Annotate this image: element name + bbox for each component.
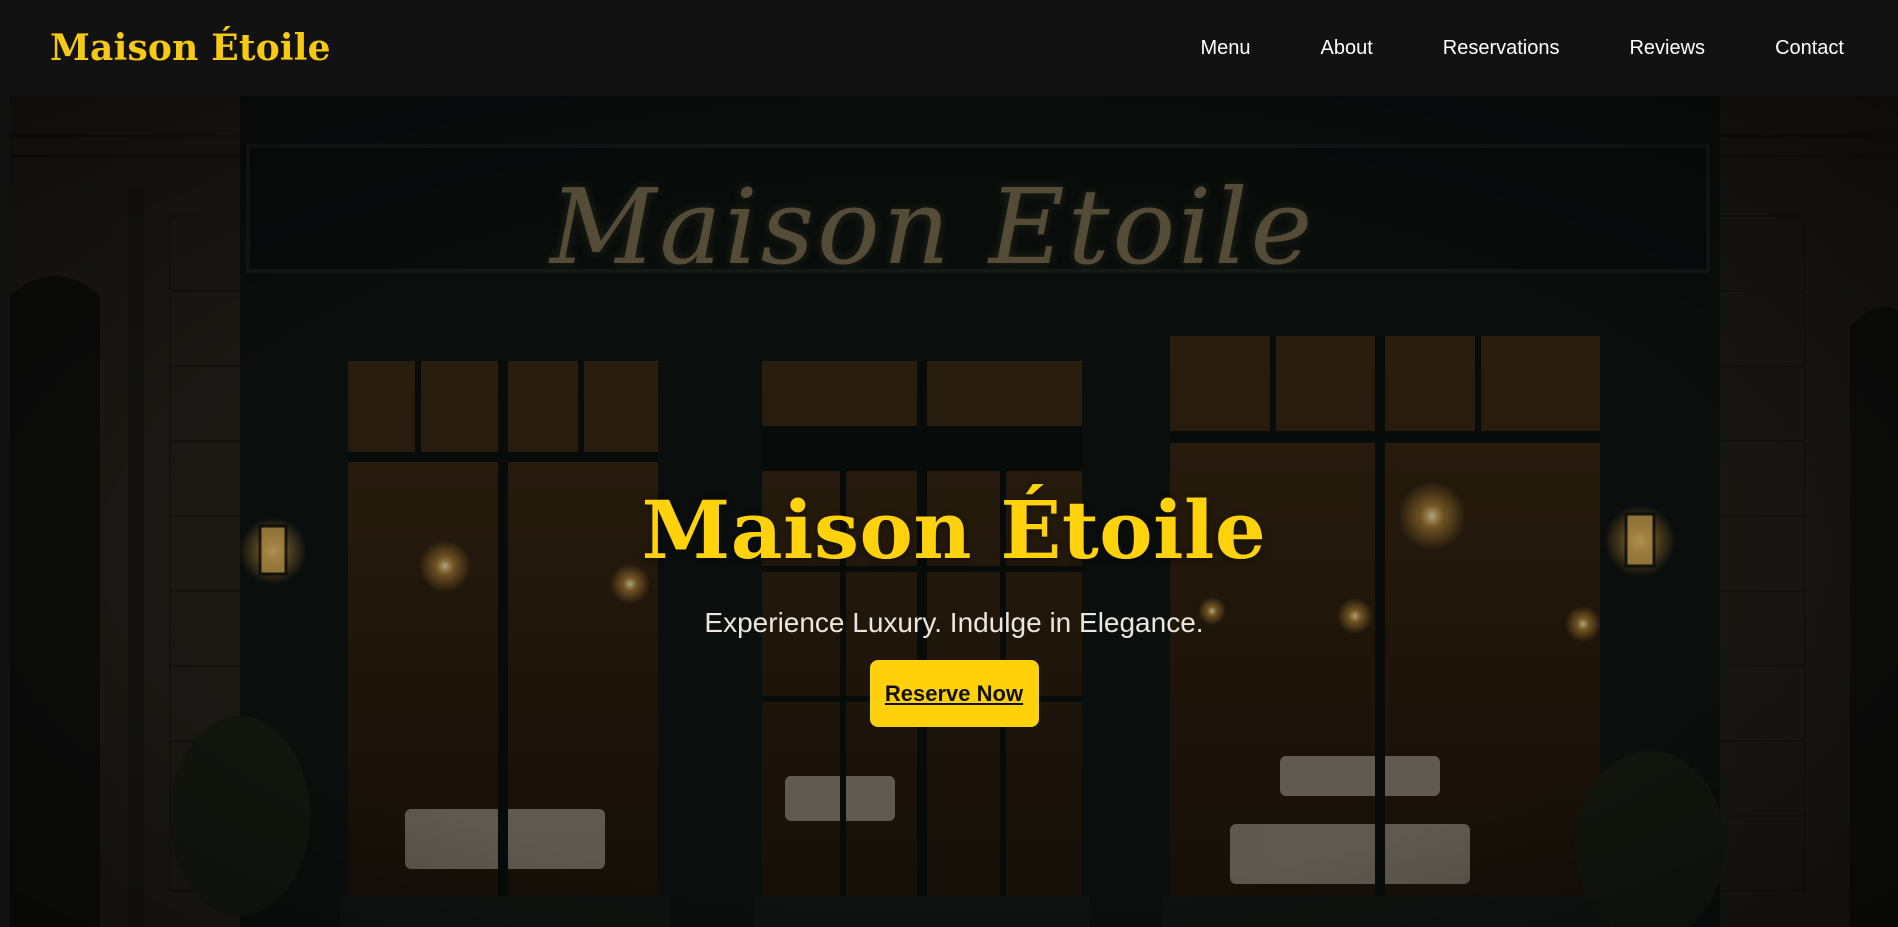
nav-link-contact[interactable]: Contact xyxy=(1775,37,1844,60)
nav-link-menu[interactable]: Menu xyxy=(1200,37,1250,60)
nav-link-reservations[interactable]: Reservations xyxy=(1443,37,1560,60)
brand-logo[interactable]: Maison Étoile xyxy=(50,27,331,69)
nav-link-about[interactable]: About xyxy=(1321,37,1373,60)
hero-tagline: Experience Luxury. Indulge in Elegance. xyxy=(704,607,1204,638)
nav-link-reviews[interactable]: Reviews xyxy=(1629,37,1705,60)
hero-content: Maison Étoile Experience Luxury. Indulge… xyxy=(10,485,1898,727)
main-navigation: Menu About Reservations Reviews Contact xyxy=(1200,37,1844,60)
hero-section: Maison Etoile Maison Étoile Experience L… xyxy=(10,96,1898,927)
reserve-now-button[interactable]: Reserve Now xyxy=(869,660,1039,727)
hero-title: Maison Étoile xyxy=(641,483,1267,577)
site-navbar: Maison Étoile Menu About Reservations Re… xyxy=(0,0,1898,96)
